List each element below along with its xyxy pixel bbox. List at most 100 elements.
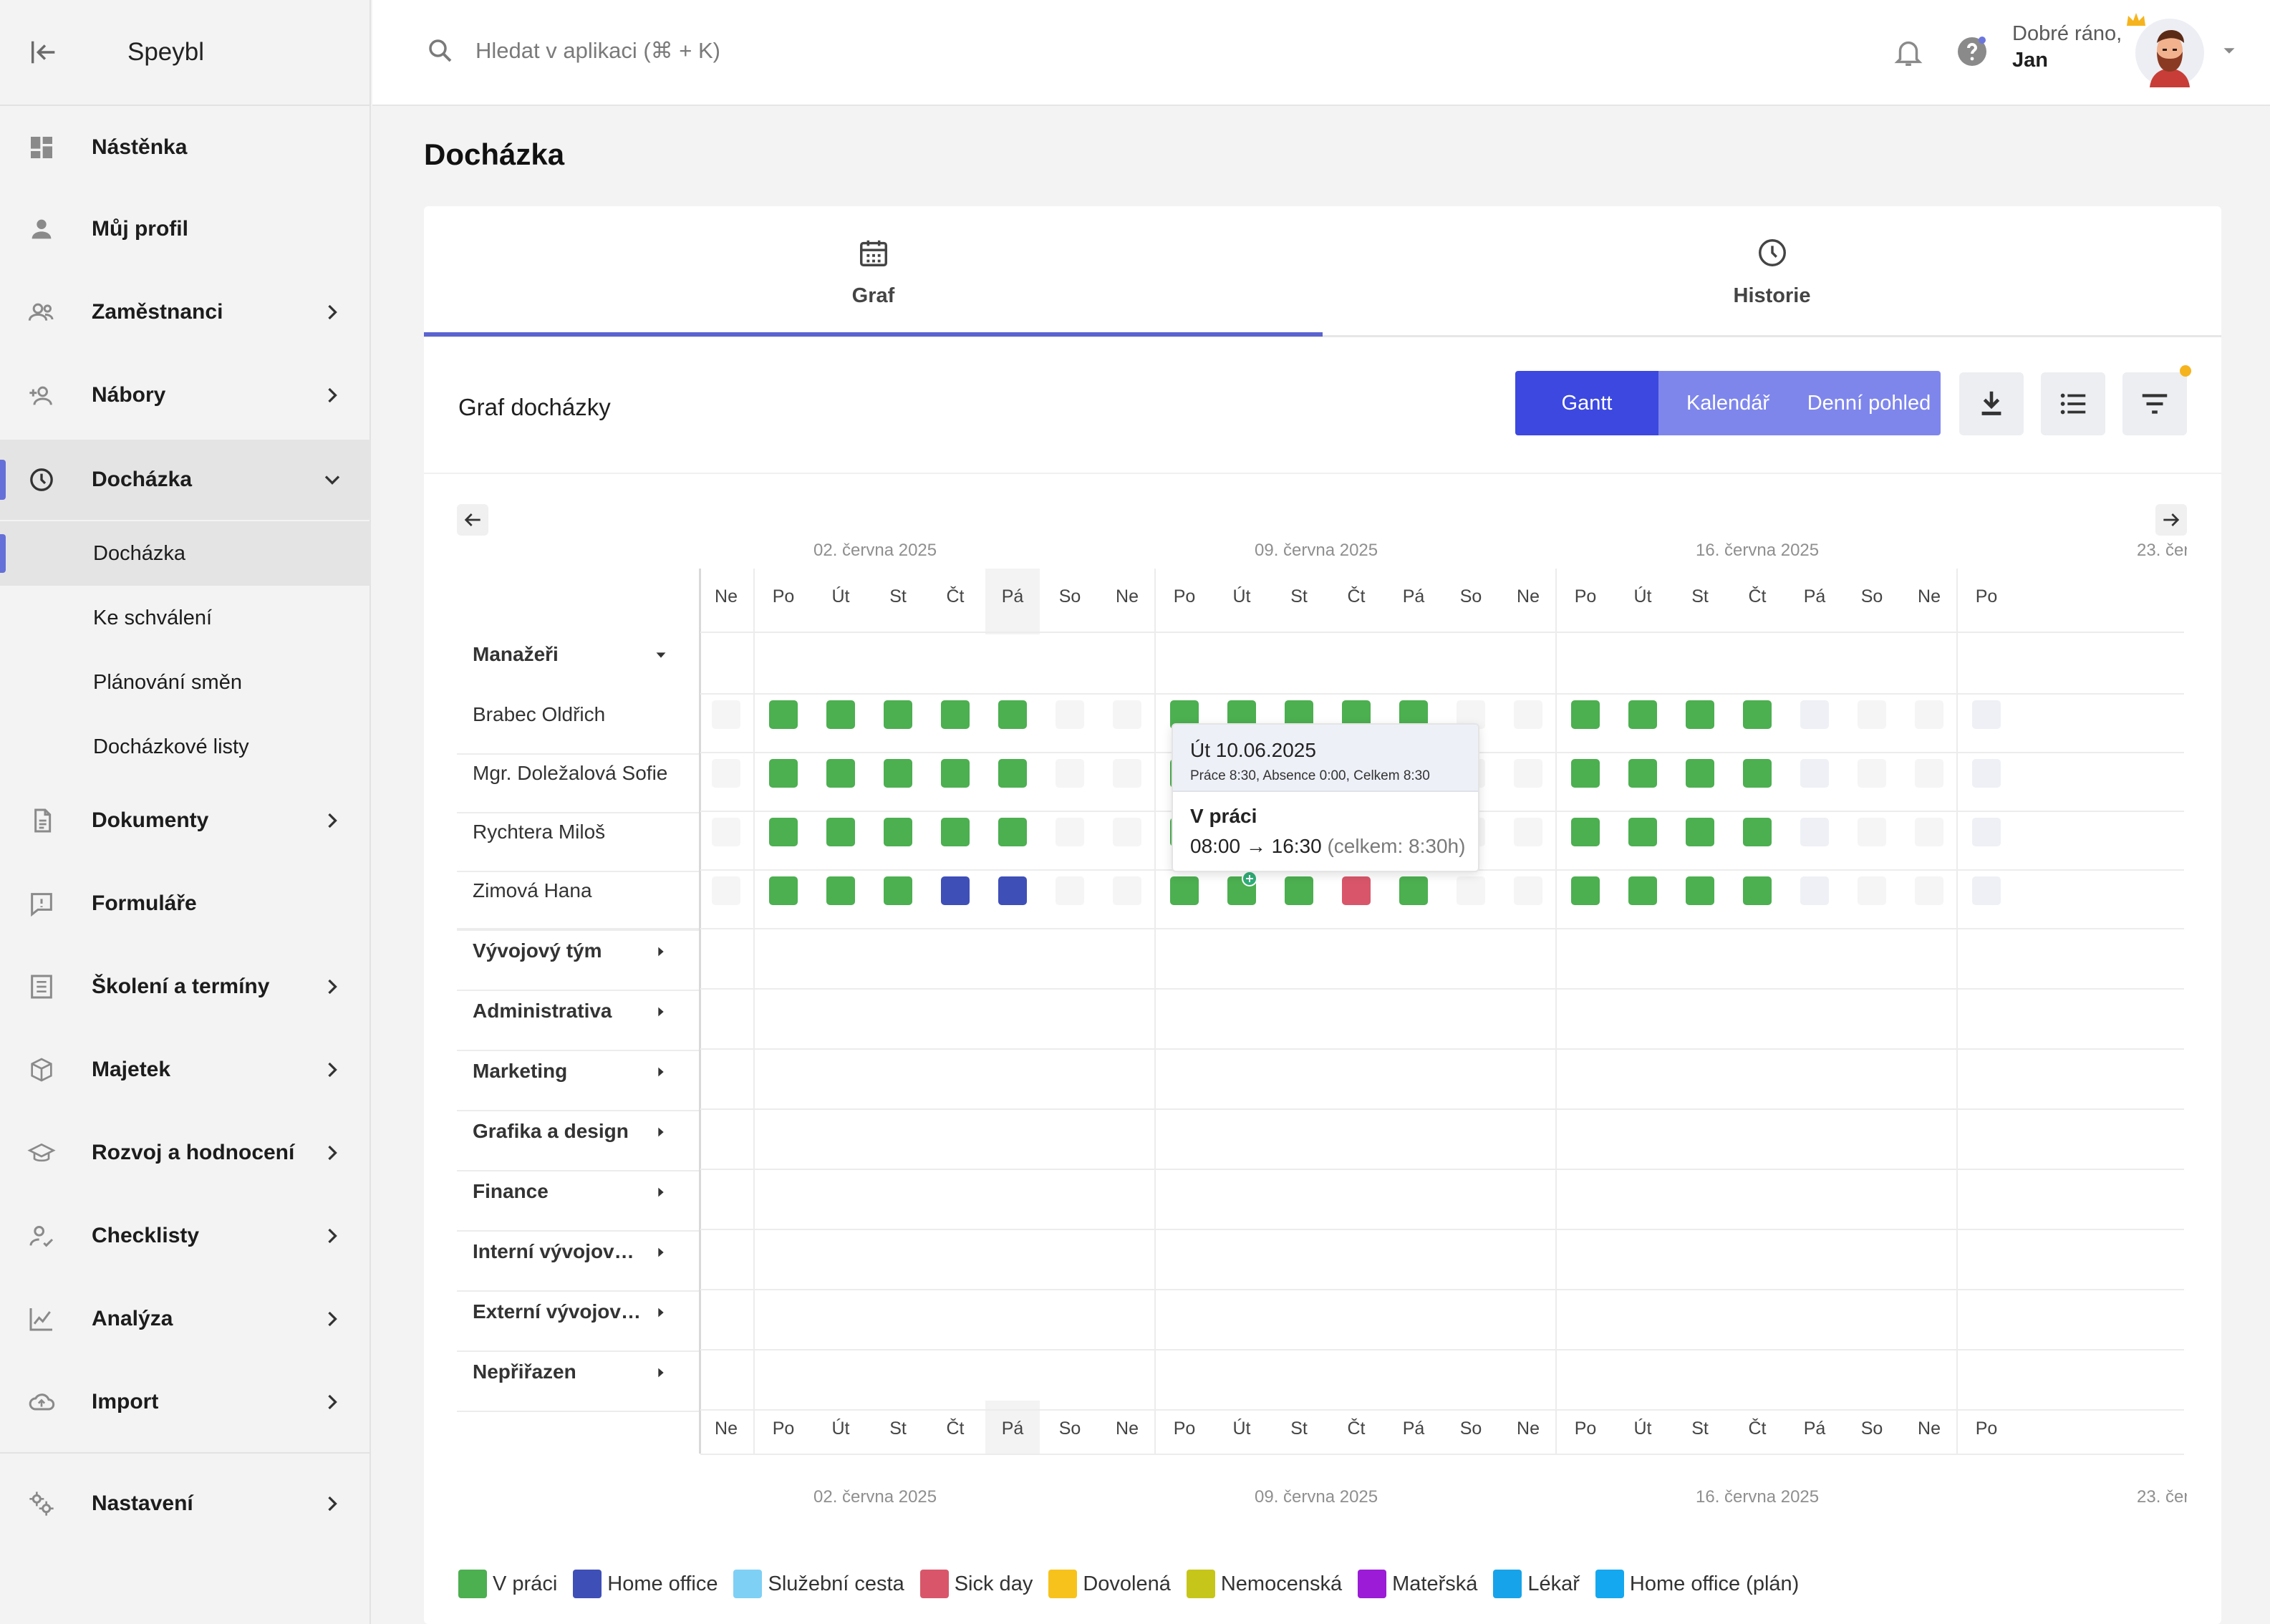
attendance-cell-future[interactable] — [1800, 818, 1829, 846]
attendance-cell-work[interactable] — [1628, 700, 1657, 729]
attendance-cell-work[interactable] — [1571, 700, 1600, 729]
caret-down-icon[interactable] — [653, 647, 669, 663]
attendance-cell-work[interactable] — [884, 818, 912, 846]
search-input[interactable] — [475, 33, 1120, 69]
sidebar-item-nastenka[interactable]: Nástěnka — [0, 107, 371, 188]
attendance-cell-future[interactable] — [1972, 700, 2001, 729]
attendance-cell-work[interactable] — [1628, 759, 1657, 788]
sidebar-subitem-dochazkove-listy[interactable]: Docházkové listy — [0, 715, 371, 779]
sidebar-subitem-dochazka[interactable]: Docházka — [0, 521, 371, 586]
attendance-cell-home[interactable] — [941, 876, 970, 905]
attendance-cell-home[interactable] — [998, 876, 1027, 905]
attendance-cell-work[interactable] — [1686, 700, 1714, 729]
sidebar-item-analyza[interactable]: Analýza — [0, 1279, 371, 1359]
group-label[interactable]: Marketing — [473, 1057, 642, 1086]
attendance-cell-empty — [1858, 700, 1886, 729]
group-label[interactable]: Externí vývojový tým — [473, 1297, 642, 1326]
attendance-cell-work[interactable] — [1628, 818, 1657, 846]
avatar[interactable] — [2135, 19, 2204, 87]
group-label[interactable]: Vývojový tým — [473, 937, 642, 965]
attendance-cell-work[interactable] — [941, 700, 970, 729]
collapse-sidebar-icon[interactable] — [27, 36, 60, 69]
attendance-cell-future[interactable] — [1800, 876, 1829, 905]
attendance-cell-work[interactable] — [1285, 876, 1313, 905]
attendance-cell-work[interactable] — [769, 759, 798, 788]
caret-right-icon[interactable] — [653, 1244, 669, 1260]
sidebar-item-nastaveni[interactable]: Nastavení — [0, 1464, 371, 1544]
attendance-cell-work[interactable] — [1743, 759, 1772, 788]
sidebar-item-formulare[interactable]: Formuláře — [0, 864, 371, 944]
group-label[interactable]: Grafika a design — [473, 1117, 642, 1146]
attendance-cell-future[interactable] — [1800, 700, 1829, 729]
caret-right-icon[interactable] — [653, 1184, 669, 1200]
attendance-cell-work[interactable] — [884, 700, 912, 729]
attendance-cell-empty — [712, 700, 740, 729]
attendance-cell-work[interactable] — [884, 876, 912, 905]
attendance-cell-work[interactable] — [1628, 876, 1657, 905]
attendance-cell-sick[interactable] — [1342, 876, 1371, 905]
previous-period-button[interactable] — [457, 504, 488, 536]
group-label[interactable]: Nepřiřazen — [473, 1358, 642, 1386]
bell-icon[interactable] — [1892, 34, 1925, 70]
attendance-cell-work[interactable] — [1399, 876, 1428, 905]
attendance-cell-work[interactable] — [1686, 818, 1714, 846]
sidebar-item-dokumenty[interactable]: Dokumenty — [0, 780, 371, 861]
attendance-cell-work[interactable] — [941, 759, 970, 788]
attendance-cell-work[interactable] — [941, 818, 970, 846]
attendance-cell-future[interactable] — [1972, 759, 2001, 788]
attendance-cell-work[interactable] — [1170, 876, 1199, 905]
sidebar-item-majetek[interactable]: Majetek — [0, 1030, 371, 1110]
attendance-cell-future[interactable] — [1800, 759, 1829, 788]
sidebar-item-rozvoj[interactable]: Rozvoj a hodnocení — [0, 1113, 371, 1193]
attendance-cell-work[interactable] — [1571, 876, 1600, 905]
legend: V práci Home office Služební cesta Sick day… — [458, 1567, 1815, 1601]
group-label-managers[interactable]: Manažeři — [473, 640, 642, 669]
caret-right-icon[interactable] — [653, 1124, 669, 1140]
sidebar-item-checklisty[interactable]: Checklisty — [0, 1196, 371, 1276]
attendance-cell-work[interactable] — [884, 759, 912, 788]
caret-right-icon[interactable] — [653, 1004, 669, 1020]
sidebar-item-import[interactable]: Import — [0, 1362, 371, 1442]
sidebar-item-muj-profil[interactable]: Můj profil — [0, 189, 371, 269]
attendance-cell-work[interactable] — [998, 759, 1027, 788]
sidebar-item-zamestnanci[interactable]: Zaměstnanci — [0, 272, 371, 352]
chevron-right-icon — [328, 304, 337, 320]
next-period-button[interactable] — [2155, 504, 2187, 536]
attendance-cell-work[interactable] — [998, 818, 1027, 846]
sidebar-item-nabory[interactable]: Nábory — [0, 355, 371, 435]
caret-right-icon[interactable] — [653, 1305, 669, 1320]
attendance-cell-work[interactable] — [769, 876, 798, 905]
sidebar-subitem-ke-schvaleni[interactable]: Ke schválení — [0, 586, 371, 650]
attendance-cell-work[interactable] — [1571, 759, 1600, 788]
attendance-cell-work[interactable] — [1743, 876, 1772, 905]
attendance-cell-work[interactable] — [998, 700, 1027, 729]
attendance-cell-future[interactable] — [1972, 818, 2001, 846]
sidebar-subitem-planovani-smen[interactable]: Plánování směn — [0, 650, 371, 715]
attendance-cell-work[interactable] — [826, 818, 855, 846]
caret-down-icon[interactable] — [2218, 40, 2240, 62]
help-icon[interactable] — [1955, 34, 1989, 69]
attendance-cell-work[interactable] — [1743, 818, 1772, 846]
attendance-cell-work[interactable] — [1743, 700, 1772, 729]
add-record-icon[interactable] — [1242, 871, 1257, 886]
caret-right-icon[interactable] — [653, 944, 669, 960]
chevron-right-icon — [328, 1228, 337, 1244]
group-label[interactable]: Finance — [473, 1177, 642, 1206]
sidebar-item-dochazka[interactable]: Docházka — [0, 440, 371, 520]
caret-right-icon[interactable] — [653, 1064, 669, 1080]
attendance-cell-work[interactable] — [1571, 818, 1600, 846]
group-label[interactable]: Administrativa — [473, 997, 642, 1025]
attendance-cell-work[interactable] — [769, 700, 798, 729]
attendance-cell-work[interactable] — [1686, 876, 1714, 905]
attendance-cell-work[interactable] — [826, 876, 855, 905]
attendance-cell-work[interactable] — [769, 818, 798, 846]
sidebar-item-skoleni[interactable]: Školení a termíny — [0, 947, 371, 1027]
attendance-cell-future[interactable] — [1972, 876, 2001, 905]
attendance-cell-work[interactable] — [826, 700, 855, 729]
caret-right-icon[interactable] — [653, 1365, 669, 1381]
attendance-cell-work[interactable] — [826, 759, 855, 788]
attendance-cell-work[interactable] — [1686, 759, 1714, 788]
group-label[interactable]: Interní vývojový tým — [473, 1237, 642, 1266]
search-icon — [429, 39, 452, 62]
week-separator — [1154, 569, 1156, 1454]
